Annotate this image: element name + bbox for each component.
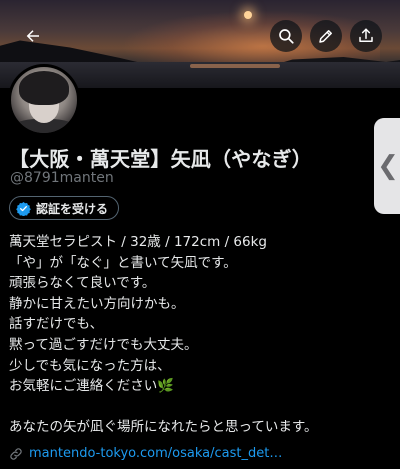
herb-emoji: 🌿 <box>157 378 175 395</box>
banner-reflection <box>190 64 280 68</box>
side-panel-handle[interactable]: ❮ <box>374 118 400 214</box>
website-url[interactable]: mantendo-tokyo.com/osaka/cast_det… <box>29 446 282 461</box>
get-verified-label: 認証を受ける <box>36 201 109 216</box>
bio-line: 話すだけでも、 <box>9 316 104 333</box>
bio-line: あなたの矢が凪ぐ場所になれたらと思っています。 <box>9 419 318 436</box>
verified-badge-icon <box>16 201 31 216</box>
profile-website-link[interactable]: mantendo-tokyo.com/osaka/cast_det… <box>9 446 282 461</box>
get-verified-button[interactable]: 認証を受ける <box>9 196 120 220</box>
search-icon <box>279 29 294 44</box>
arrow-left-icon <box>26 30 39 42</box>
bio-blank-line <box>9 397 379 418</box>
bio-line: 頑張らなくて良いです。 <box>9 275 156 292</box>
bio-line: 静かに甘えたい方向けかも。 <box>9 295 185 312</box>
bio-line: 少しでも気になった方は、 <box>9 357 171 374</box>
share-button[interactable] <box>350 20 382 52</box>
share-icon <box>359 28 373 42</box>
pencil-icon <box>319 30 332 43</box>
avatar-hair <box>19 71 69 105</box>
avatar[interactable] <box>8 64 80 136</box>
banner-sun <box>244 11 252 19</box>
chevron-left-icon: ❮ <box>377 151 399 181</box>
link-icon <box>10 447 22 460</box>
bio-line: お気軽にご連絡ください <box>9 378 158 395</box>
edit-profile-button[interactable] <box>310 20 342 52</box>
bio-line: 萬天堂セラピスト / 32歳 / 172cm / 66kg <box>9 234 267 250</box>
back-button[interactable] <box>17 20 49 52</box>
display-name: 【大阪・萬天堂】矢凪（やなぎ） <box>9 147 312 171</box>
bio-line: 「や」が「なぐ」と書いて矢凪です。 <box>9 254 237 271</box>
bio-line: 黙って過ごすだけでも大丈夫。 <box>9 336 198 353</box>
profile-bio: 萬天堂セラピスト / 32歳 / 172cm / 66kg 「や」が「なぐ」と書… <box>9 232 379 438</box>
bio-line-with-emoji: お気軽にご連絡ください🌿 <box>9 376 379 397</box>
search-button[interactable] <box>270 20 302 52</box>
user-handle: @8791manten <box>10 170 114 186</box>
